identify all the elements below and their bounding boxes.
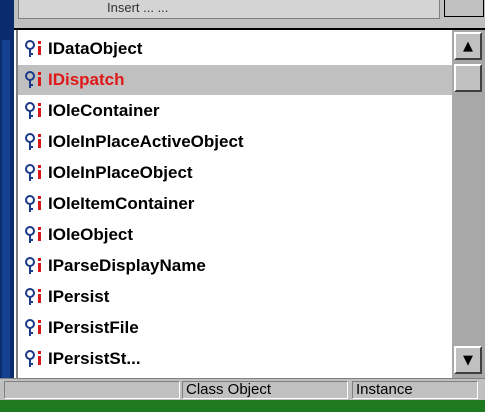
- list-item[interactable]: IParseDisplayName: [24, 251, 450, 281]
- status-pane-empty: [4, 381, 180, 399]
- interface-icon: [24, 131, 46, 153]
- list-item-label: IOleItemContainer: [48, 194, 195, 213]
- list-item-label: IOleInPlaceObject: [48, 163, 193, 182]
- list-item[interactable]: IPersist: [24, 282, 450, 312]
- list-item-label: IPersistFile: [48, 318, 139, 337]
- list-item[interactable]: IDispatch: [18, 65, 454, 95]
- interface-icon: [24, 69, 46, 91]
- status-instance: Instance: [352, 381, 478, 399]
- list-item[interactable]: IPersistFile: [24, 313, 450, 343]
- list-item-label: IDataObject: [48, 39, 143, 58]
- vertical-scrollbar[interactable]: ▲ ▼: [452, 30, 485, 378]
- interface-icon: [24, 348, 46, 370]
- interface-icon: [24, 162, 46, 184]
- list-item-label: IParseDisplayName: [48, 256, 206, 275]
- toolbar-button[interactable]: [444, 0, 484, 17]
- list-item-label: IOleObject: [48, 225, 134, 244]
- scroll-up-button[interactable]: ▲: [454, 32, 482, 60]
- toolbar-strip: Insert ... ...: [14, 0, 485, 30]
- list-item[interactable]: IOleInPlaceObject: [24, 158, 450, 188]
- scroll-up-arrow-icon: ▲: [463, 38, 473, 54]
- list-item[interactable]: IPersistSt...: [24, 344, 450, 374]
- interface-icon: [24, 193, 46, 215]
- background-strip: [0, 400, 485, 412]
- scroll-thumb[interactable]: [454, 64, 482, 92]
- list-item-label: IOleInPlaceActiveObject: [48, 132, 244, 151]
- insert-field-text: Insert ... ...: [107, 0, 169, 15]
- interface-icon: [24, 286, 46, 308]
- interface-icon: [24, 224, 46, 246]
- list-item[interactable]: IOleContainer: [24, 96, 450, 126]
- list-item[interactable]: IDataObject: [24, 34, 450, 64]
- list-item-label: IDispatch: [48, 70, 125, 89]
- list-item-label: IOleContainer: [48, 101, 160, 120]
- interface-icon: [24, 317, 46, 339]
- list-item[interactable]: IOleItemContainer: [24, 189, 450, 219]
- list-item[interactable]: IOleInPlaceActiveObject: [24, 127, 450, 157]
- left-edge-stripe: [2, 40, 10, 385]
- scroll-down-button[interactable]: ▼: [454, 346, 482, 374]
- status-bar: Class Object Instance: [0, 378, 485, 401]
- interface-icon: [24, 255, 46, 277]
- list-item-label: IPersist: [48, 287, 110, 306]
- scroll-down-arrow-icon: ▼: [463, 352, 473, 368]
- status-class-object: Class Object: [182, 381, 348, 399]
- list-item-label: IPersistSt...: [48, 349, 141, 368]
- interface-icon: [24, 38, 46, 60]
- interface-icon: [24, 100, 46, 122]
- insert-field[interactable]: Insert ... ...: [18, 0, 440, 19]
- interface-list[interactable]: IDataObject IDispatch IOleContainer IOleInP…: [16, 30, 454, 378]
- list-item[interactable]: IOleObject: [24, 220, 450, 250]
